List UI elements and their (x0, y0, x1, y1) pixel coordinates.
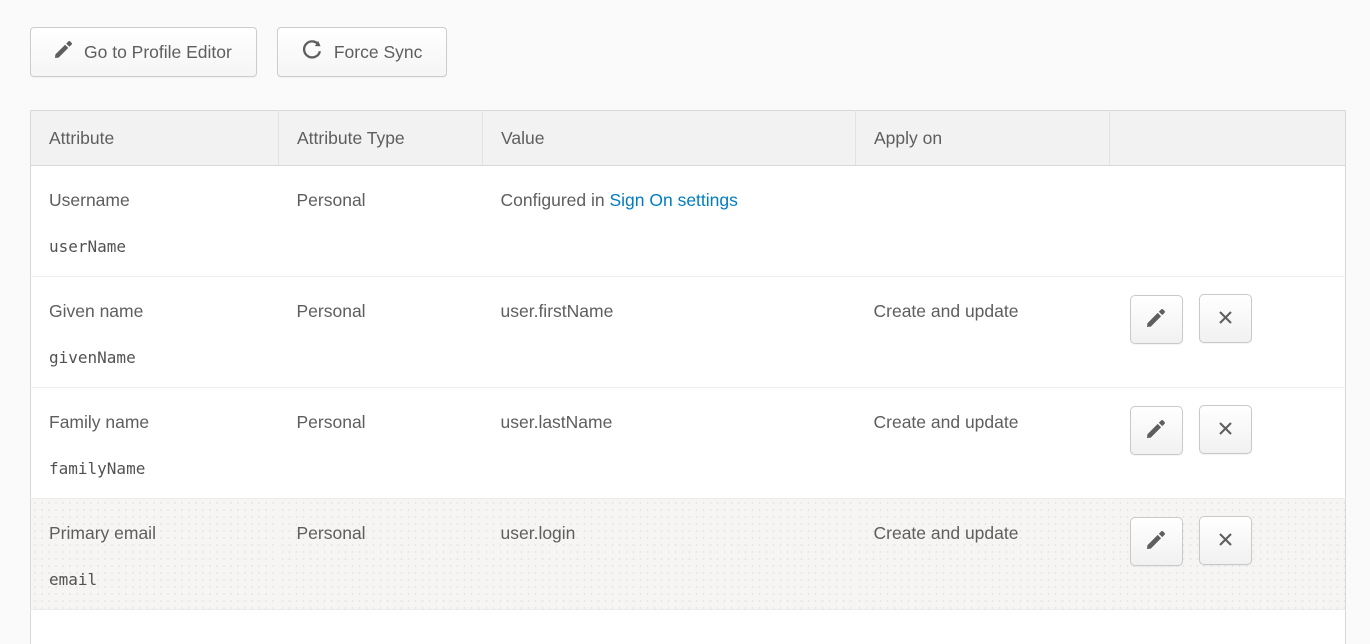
attribute-cell: Given name givenName (31, 277, 279, 388)
go-to-profile-editor-button[interactable]: Go to Profile Editor (30, 27, 257, 77)
close-icon (1216, 308, 1235, 330)
attribute-cell: Username userName (31, 166, 279, 277)
pencil-icon (55, 41, 72, 63)
apply-on-cell (856, 166, 1110, 277)
edit-mapping-button[interactable] (1130, 406, 1183, 455)
attribute-variable-name: familyName (49, 457, 261, 481)
table-header: Attribute Attribute Type Value Apply on (31, 111, 1346, 166)
attribute-type-cell: Personal (279, 166, 483, 277)
attribute-display-name: Given name (49, 301, 143, 321)
actions-cell (1110, 166, 1346, 277)
edit-mapping-button[interactable] (1130, 295, 1183, 344)
refresh-icon (302, 40, 322, 65)
header-value: Value (483, 111, 856, 166)
table-row-family-name: Family name familyName Personal user.las… (31, 388, 1346, 499)
pencil-icon (1147, 531, 1165, 552)
pencil-icon (1147, 420, 1165, 441)
remove-mapping-button[interactable] (1199, 516, 1252, 565)
header-apply-on: Apply on (856, 111, 1110, 166)
close-icon (1216, 530, 1235, 552)
attribute-display-name: Primary email (49, 523, 156, 543)
value-cell: user.firstName (483, 277, 856, 388)
attribute-variable-name: email (49, 568, 261, 592)
actions-cell (1110, 499, 1346, 610)
close-icon (1216, 419, 1235, 441)
attribute-type-cell: Personal (279, 277, 483, 388)
attribute-type-cell: Personal (279, 388, 483, 499)
actions-cell (1110, 277, 1346, 388)
attribute-variable-name: givenName (49, 346, 261, 370)
remove-mapping-button[interactable] (1199, 294, 1252, 343)
table-row-empty (31, 610, 1346, 644)
value-cell: user.login (483, 499, 856, 610)
sign-on-settings-link[interactable]: Sign On settings (609, 190, 737, 210)
edit-mapping-button[interactable] (1130, 517, 1183, 566)
attribute-cell: Primary email email (31, 499, 279, 610)
header-attribute: Attribute (31, 111, 279, 166)
value-text: Configured in (501, 190, 610, 210)
attribute-type-cell: Personal (279, 499, 483, 610)
table-row-username: Username userName Personal Configured in… (31, 166, 1346, 277)
apply-on-cell: Create and update (856, 277, 1110, 388)
attribute-cell: Family name familyName (31, 388, 279, 499)
remove-mapping-button[interactable] (1199, 405, 1252, 454)
apply-on-cell: Create and update (856, 388, 1110, 499)
attribute-mappings-page: Go to Profile Editor Force Sync Attribut… (0, 0, 1370, 644)
attribute-variable-name: userName (49, 235, 261, 259)
attribute-mappings-table: Attribute Attribute Type Value Apply on … (30, 110, 1346, 644)
actions-cell (1110, 388, 1346, 499)
pencil-icon (1147, 309, 1165, 330)
value-cell: Configured in Sign On settings (483, 166, 856, 277)
toolbar: Go to Profile Editor Force Sync (30, 27, 1345, 77)
force-sync-label: Force Sync (334, 42, 423, 63)
header-actions (1110, 111, 1346, 166)
apply-on-cell: Create and update (856, 499, 1110, 610)
force-sync-button[interactable]: Force Sync (277, 27, 448, 77)
table-row-primary-email: Primary email email Personal user.login … (31, 499, 1346, 610)
go-to-profile-editor-label: Go to Profile Editor (84, 42, 232, 63)
table-row-given-name: Given name givenName Personal user.first… (31, 277, 1346, 388)
header-attribute-type: Attribute Type (279, 111, 483, 166)
attribute-display-name: Username (49, 190, 130, 210)
value-cell: user.lastName (483, 388, 856, 499)
attribute-display-name: Family name (49, 412, 149, 432)
empty-cell (31, 610, 1346, 644)
